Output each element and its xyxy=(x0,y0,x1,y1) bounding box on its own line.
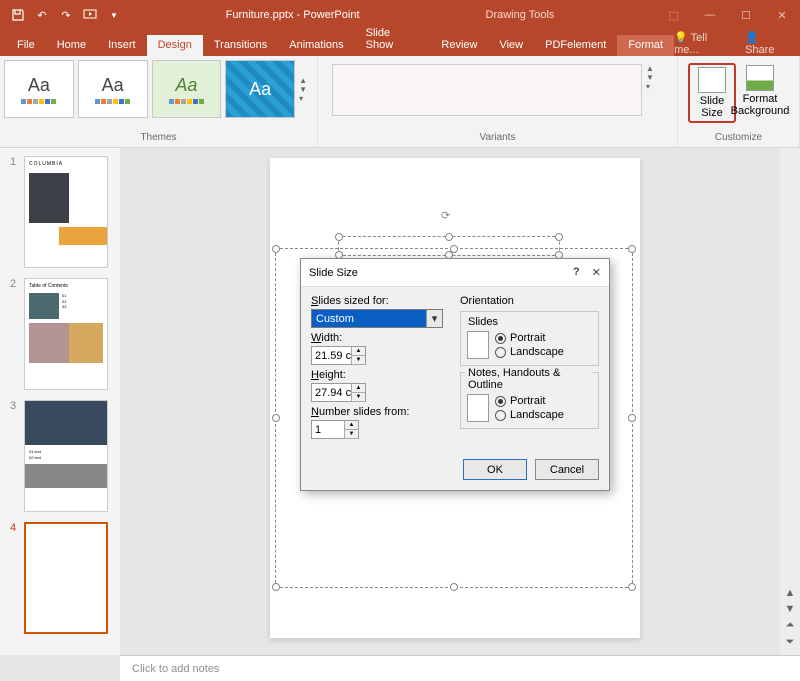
variants-group-label: Variants xyxy=(322,132,673,143)
theme-option[interactable]: Aa xyxy=(78,60,148,118)
number-from-label: Number slides from: xyxy=(311,406,450,418)
spin-down-icon[interactable]: ▼ xyxy=(352,356,365,365)
variant-option[interactable] xyxy=(332,64,642,116)
themes-more-icon[interactable]: ▲▼▾ xyxy=(299,60,313,118)
thumbnail[interactable]: 1 COLUMBIA xyxy=(10,156,110,268)
maximize-icon[interactable]: ☐ xyxy=(728,0,764,30)
thumbnail[interactable]: 2 Table of Contents010203 xyxy=(10,278,110,390)
tellme-button[interactable]: 💡 Tell me... xyxy=(674,31,733,56)
customize-group-label: Customize xyxy=(682,132,795,143)
sized-for-combobox[interactable]: Custom ▾ xyxy=(311,309,443,328)
radio-slides-landscape[interactable]: Landscape xyxy=(495,346,564,358)
tab-insert[interactable]: Insert xyxy=(97,35,147,56)
dialog-close-icon[interactable]: ✕ xyxy=(592,266,601,279)
radio-slides-portrait[interactable]: Portrait xyxy=(495,332,564,344)
ribbon-options-icon[interactable]: ⬚ xyxy=(656,0,692,30)
ribbon-group-variants: ▲▼▾ Variants xyxy=(318,56,678,147)
slide-size-button[interactable]: Slide Size xyxy=(688,63,736,123)
filename-label: Furniture.pptx - PowerPoint xyxy=(226,9,360,21)
tab-slideshow[interactable]: Slide Show xyxy=(355,23,431,56)
dialog-help-icon[interactable]: ? xyxy=(573,266,580,279)
themes-group-label: Themes xyxy=(4,132,313,143)
page-portrait-icon xyxy=(467,331,489,359)
start-slideshow-icon[interactable] xyxy=(80,4,100,26)
notes-placeholder: Click to add notes xyxy=(132,663,219,675)
chevron-down-icon[interactable]: ▾ xyxy=(426,310,442,327)
width-label: Width: xyxy=(311,332,450,344)
vertical-scrollbar[interactable]: ▲ ▼ ⏶ ⏷ xyxy=(780,148,800,655)
theme-option[interactable]: Aa xyxy=(4,60,74,118)
number-from-spinner[interactable]: 1 ▲▼ xyxy=(311,420,359,439)
notes-orientation-group: Notes, Handouts & Outline Portrait Lands… xyxy=(460,372,599,429)
ribbon: Aa Aa Aa Aa ▲▼▾ Themes ▲▼▾ Variants xyxy=(0,56,800,148)
dialog-title: Slide Size xyxy=(309,267,358,279)
quick-access-toolbar: ↶ ↷ ▼ xyxy=(0,4,124,26)
ribbon-tabs: File Home Insert Design Transitions Anim… xyxy=(0,30,800,56)
format-background-icon xyxy=(746,65,774,91)
notes-pane[interactable]: Click to add notes xyxy=(120,655,800,681)
tab-home[interactable]: Home xyxy=(46,35,97,56)
save-icon[interactable] xyxy=(8,4,28,26)
window-controls: ⬚ — ☐ ✕ xyxy=(656,0,800,30)
dialog-right-column: Orientation Slides Portrait Landscape No… xyxy=(460,295,599,443)
radio-notes-landscape[interactable]: Landscape xyxy=(495,409,564,421)
dialog-left-column: Slides sized for: Custom ▾ Width: 21.59 … xyxy=(311,295,450,443)
spin-down-icon[interactable]: ▼ xyxy=(345,430,358,439)
qat-dropdown-icon[interactable]: ▼ xyxy=(104,4,124,26)
format-background-button[interactable]: Format Background xyxy=(736,63,784,123)
sized-for-label: Slides sized for: xyxy=(311,295,450,307)
tab-pdfelement[interactable]: PDFelement xyxy=(534,35,617,56)
slide-size-icon xyxy=(698,67,726,93)
theme-option[interactable]: Aa xyxy=(225,60,295,118)
scroll-up-icon[interactable]: ▲ xyxy=(785,587,796,599)
height-spinner[interactable]: 27.94 cm ▲▼ xyxy=(311,383,366,402)
tab-animations[interactable]: Animations xyxy=(278,35,354,56)
tab-view[interactable]: View xyxy=(488,35,534,56)
dialog-titlebar[interactable]: Slide Size ? ✕ xyxy=(301,259,609,287)
rotate-handle-icon[interactable]: ⟳ xyxy=(441,209,450,222)
variants-more-icon[interactable]: ▲▼▾ xyxy=(646,64,660,91)
tab-transitions[interactable]: Transitions xyxy=(203,35,278,56)
next-slide-icon[interactable]: ⏷ xyxy=(786,636,795,649)
ribbon-group-themes: Aa Aa Aa Aa ▲▼▾ Themes xyxy=(0,56,318,147)
orientation-label: Orientation xyxy=(460,295,599,307)
ribbon-group-customize: Slide Size Format Background Customize xyxy=(678,56,800,147)
height-label: Height: xyxy=(311,369,450,381)
prev-slide-icon[interactable]: ⏶ xyxy=(786,619,795,632)
undo-icon[interactable]: ↶ xyxy=(32,4,52,26)
redo-icon[interactable]: ↷ xyxy=(56,4,76,26)
tab-review[interactable]: Review xyxy=(430,35,488,56)
window-title: Furniture.pptx - PowerPoint Drawing Tool… xyxy=(124,9,656,21)
context-tab-label: Drawing Tools xyxy=(486,9,555,21)
minimize-icon[interactable]: — xyxy=(692,0,728,30)
spin-up-icon[interactable]: ▲ xyxy=(345,421,358,430)
thumbnail[interactable]: 3 01 text02 text xyxy=(10,400,110,512)
slide-size-dialog: Slide Size ? ✕ Slides sized for: Custom … xyxy=(300,258,610,491)
spin-up-icon[interactable]: ▲ xyxy=(352,347,365,356)
slide-thumbnails-pane[interactable]: 1 COLUMBIA 2 Table of Contents010203 3 0… xyxy=(0,148,120,655)
theme-option[interactable]: Aa xyxy=(152,60,222,118)
spin-down-icon[interactable]: ▼ xyxy=(352,393,365,402)
cancel-button[interactable]: Cancel xyxy=(535,459,599,480)
tab-format[interactable]: Format xyxy=(617,35,674,56)
spin-up-icon[interactable]: ▲ xyxy=(352,384,365,393)
share-button[interactable]: 👤 Share xyxy=(745,31,790,56)
thumbnail-selected[interactable]: 4 xyxy=(10,522,110,634)
width-spinner[interactable]: 21.59 cm ▲▼ xyxy=(311,346,366,365)
slides-orientation-group: Slides Portrait Landscape xyxy=(460,311,599,366)
radio-notes-portrait[interactable]: Portrait xyxy=(495,395,564,407)
close-icon[interactable]: ✕ xyxy=(764,0,800,30)
ok-button[interactable]: OK xyxy=(463,459,527,480)
tab-design[interactable]: Design xyxy=(147,35,203,56)
scroll-down-icon[interactable]: ▼ xyxy=(785,603,796,615)
page-portrait-icon xyxy=(467,394,489,422)
tab-file[interactable]: File xyxy=(6,35,46,56)
